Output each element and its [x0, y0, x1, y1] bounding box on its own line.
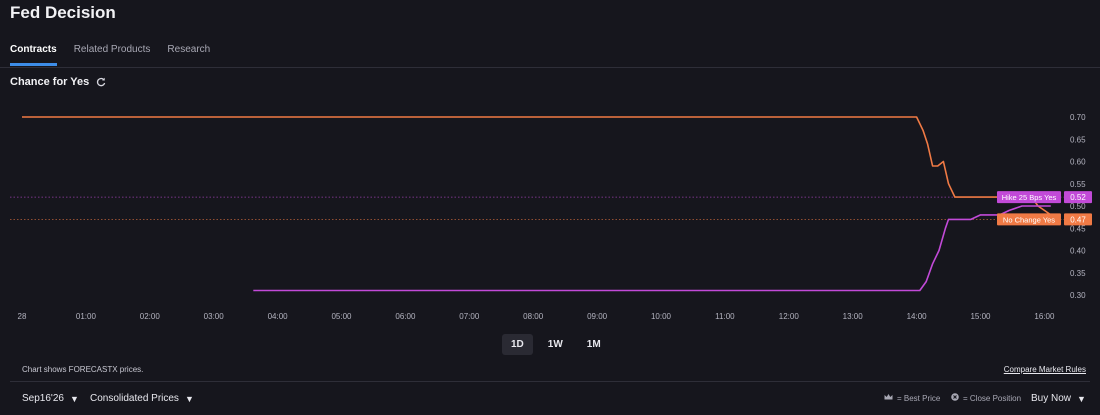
refresh-icon[interactable] [96, 77, 106, 87]
x-tick-label: 05:00 [331, 312, 352, 321]
crown-icon [884, 393, 893, 403]
order-type-select[interactable]: Buy Now ▼ [1031, 393, 1086, 404]
date-select[interactable]: Sep16'26 ▼ [22, 393, 79, 404]
x-tick-label: 08:00 [523, 312, 544, 321]
section-title: Chance for Yes [10, 76, 90, 88]
chart-series [22, 116, 1052, 292]
series-value-label: 0.47 [1070, 215, 1086, 224]
order-type-value: Buy Now [1031, 393, 1072, 404]
caret-down-icon: ▼ [184, 393, 194, 404]
x-tick-label: 06:00 [395, 312, 416, 321]
y-tick-label: 0.30 [1070, 291, 1086, 300]
series-name-label: No Change Yes [1003, 215, 1055, 224]
section-header: Chance for Yes [10, 76, 106, 88]
page-title: Fed Decision [10, 3, 116, 22]
chart-grid [10, 196, 1064, 220]
price-source-select[interactable]: Consolidated Prices ▼ [90, 393, 194, 404]
chart-source-note: Chart shows FORECASTX prices. [22, 365, 144, 374]
series-name-label: Hike 25 Bps Yes [1002, 193, 1057, 202]
range-1d-button[interactable]: 1D [502, 334, 533, 355]
x-tick-label: 16:00 [1034, 312, 1055, 321]
order-bar: Sep16'26 ▼ Consolidated Prices ▼ = Best … [0, 382, 1100, 415]
y-tick-label: 0.65 [1070, 135, 1086, 144]
y-tick-label: 0.60 [1070, 158, 1086, 167]
caret-down-icon: ▼ [1077, 393, 1086, 404]
x-tick-label: 13:00 [843, 312, 864, 321]
y-tick-label: 0.70 [1070, 113, 1086, 122]
x-tick-label: 14:00 [907, 312, 928, 321]
tab-divider [0, 67, 1100, 68]
tab-research[interactable]: Research [167, 44, 210, 66]
x-axis: 28 01:00 02:00 03:00 04:00 05:00 06:00 07:00 08:… [18, 312, 1055, 321]
x-tick-label: 15:00 [970, 312, 991, 321]
close-circle-icon [951, 393, 959, 403]
x-tick-label: 01:00 [76, 312, 97, 321]
series-value-label: 0.52 [1070, 193, 1086, 202]
range-1w-button[interactable]: 1W [539, 334, 572, 355]
y-tick-label: 0.55 [1070, 180, 1086, 189]
tab-bar: Contracts Related Products Research [10, 44, 227, 66]
caret-down-icon: ▼ [69, 393, 79, 404]
x-tick-label: 12:00 [779, 312, 800, 321]
y-tick-label: 0.35 [1070, 269, 1086, 278]
price-chart[interactable]: 0.70 0.65 0.60 0.55 0.50 0.45 0.40 0.35 0.30 28 0… [0, 98, 1100, 326]
series-line[interactable] [22, 116, 1052, 216]
x-tick-label: 10:00 [651, 312, 672, 321]
price-source-value: Consolidated Prices [90, 393, 179, 404]
best-price-legend: = Best Price [884, 393, 940, 403]
range-selector: 1D 1W 1M [502, 334, 610, 355]
x-tick-label: 28 [18, 312, 27, 321]
x-tick-label: 02:00 [140, 312, 161, 321]
x-tick-label: 07:00 [459, 312, 480, 321]
compare-market-rules-link[interactable]: Compare Market Rules [1004, 365, 1086, 374]
tab-contracts[interactable]: Contracts [10, 44, 57, 66]
x-tick-label: 09:00 [587, 312, 608, 321]
y-axis: 0.70 0.65 0.60 0.55 0.50 0.45 0.40 0.35 0.30 [1070, 113, 1086, 300]
date-select-value: Sep16'26 [22, 393, 64, 404]
best-price-label: = Best Price [897, 393, 941, 403]
y-tick-label: 0.50 [1070, 202, 1086, 211]
x-tick-label: 04:00 [268, 312, 289, 321]
range-1m-button[interactable]: 1M [578, 334, 610, 355]
close-position-legend: = Close Position [951, 393, 1021, 403]
y-tick-label: 0.40 [1070, 247, 1086, 256]
y-tick-label: 0.45 [1070, 224, 1086, 233]
tab-related-products[interactable]: Related Products [74, 44, 151, 66]
x-tick-label: 11:00 [715, 312, 735, 321]
series-line[interactable] [253, 205, 1051, 292]
close-position-label: = Close Position [963, 393, 1022, 403]
x-tick-label: 03:00 [204, 312, 225, 321]
